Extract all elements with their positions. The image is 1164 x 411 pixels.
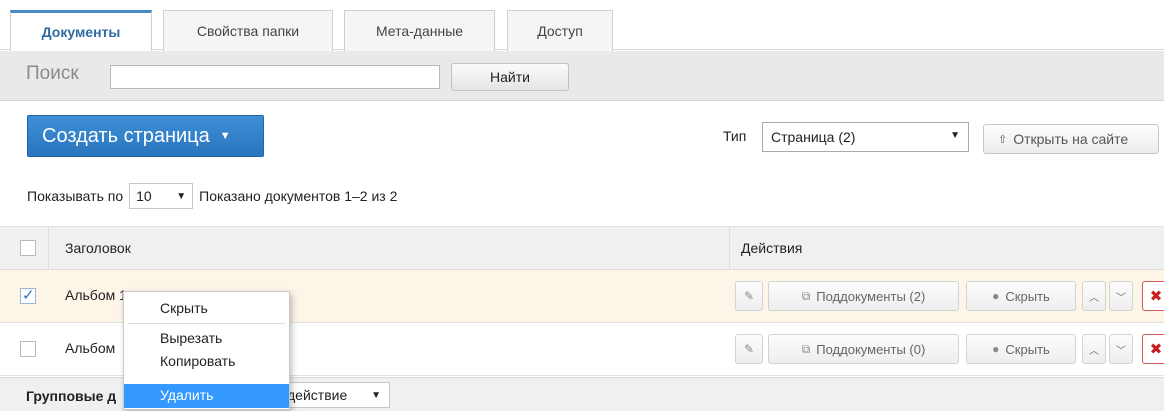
- chevron-down-icon: ▼: [950, 130, 960, 141]
- close-icon: ✖: [1149, 288, 1163, 305]
- row-title-link[interactable]: Альбом: [65, 340, 115, 356]
- search-input[interactable]: [110, 65, 440, 89]
- context-menu-item-cut[interactable]: Вырезать: [124, 330, 289, 346]
- group-actions-label: Групповые д: [26, 388, 117, 404]
- shown-count-text: Показано документов 1–2 из 2: [199, 188, 398, 204]
- move-down-button[interactable]: ﹀: [1109, 334, 1133, 364]
- open-on-site-label: Открыть на сайте: [1013, 131, 1129, 147]
- search-label: Поиск: [26, 63, 79, 84]
- tab-access[interactable]: Доступ: [507, 10, 613, 51]
- column-header-actions: Действия: [741, 240, 803, 256]
- chevron-down-icon: ﹀: [1116, 345, 1126, 357]
- pencil-icon: ✎: [743, 342, 755, 356]
- tab-documents[interactable]: Документы: [10, 10, 152, 51]
- chevron-down-icon: ▼: [219, 130, 231, 142]
- context-menu-divider: [128, 323, 285, 324]
- chevron-up-icon: ︿: [1089, 292, 1099, 304]
- edit-button[interactable]: ✎: [735, 281, 763, 311]
- external-link-icon: ⇧: [998, 133, 1008, 146]
- move-up-button[interactable]: ︿: [1082, 281, 1106, 311]
- context-menu-item-hide[interactable]: Скрыть: [124, 300, 289, 316]
- create-page-button[interactable]: Создать страница ▼: [27, 115, 264, 157]
- documents-icon: ⧉: [801, 341, 811, 356]
- per-page-label: Показывать по: [27, 188, 124, 204]
- per-page-value: 10: [136, 188, 152, 204]
- row-checkbox[interactable]: [20, 286, 36, 304]
- select-all-checkbox[interactable]: [20, 240, 36, 256]
- context-menu: Скрыть Вырезать Копировать Удалить: [123, 291, 290, 410]
- close-icon: ✖: [1149, 341, 1163, 358]
- tab-metadata[interactable]: Мета-данные: [344, 10, 495, 51]
- column-header-title[interactable]: Заголовок: [65, 240, 131, 256]
- move-up-button[interactable]: ︿: [1082, 334, 1106, 364]
- context-menu-item-copy[interactable]: Копировать: [124, 353, 289, 369]
- subdocuments-button[interactable]: ⧉ Поддокументы (2): [768, 281, 959, 311]
- column-divider: [729, 227, 730, 269]
- hide-label: Скрыть: [1005, 341, 1050, 357]
- search-bar: Поиск Найти: [0, 51, 1164, 101]
- tab-bar: Документы Свойства папки Мета-данные Дос…: [0, 0, 1164, 51]
- chevron-down-icon: ﹀: [1116, 292, 1126, 304]
- column-divider: [48, 227, 49, 269]
- hide-button[interactable]: ● Скрыть: [966, 334, 1076, 364]
- chevron-up-icon: ︿: [1089, 345, 1099, 357]
- pagination-row: Показывать по 10 ▼ Показано документов 1…: [27, 183, 397, 209]
- table-header: Заголовок Действия: [0, 226, 1164, 270]
- per-page-select[interactable]: 10 ▼: [129, 183, 194, 209]
- pencil-icon: ✎: [743, 289, 755, 303]
- chevron-down-icon: ▼: [371, 389, 381, 401]
- documents-icon: ⧉: [801, 288, 811, 303]
- type-select[interactable]: Страница (2) ▼: [762, 122, 969, 152]
- row-checkbox[interactable]: [20, 341, 36, 357]
- row-title-link[interactable]: Альбом 1: [65, 287, 127, 303]
- subdocuments-button[interactable]: ⧉ Поддокументы (0): [768, 334, 959, 364]
- dot-icon: ●: [992, 289, 1000, 303]
- move-down-button[interactable]: ﹀: [1109, 281, 1133, 311]
- type-select-value: Страница (2): [771, 129, 856, 145]
- tab-folder-properties[interactable]: Свойства папки: [163, 10, 333, 51]
- dot-icon: ●: [992, 342, 1000, 356]
- chevron-down-icon: ▼: [176, 190, 187, 202]
- delete-button[interactable]: ✖: [1142, 281, 1164, 311]
- hide-label: Скрыть: [1005, 288, 1050, 304]
- hide-button[interactable]: ● Скрыть: [966, 281, 1076, 311]
- type-label: Тип: [723, 128, 747, 144]
- edit-button[interactable]: ✎: [735, 334, 763, 364]
- delete-button[interactable]: ✖: [1142, 334, 1164, 364]
- subdocuments-label: Поддокументы (0): [816, 341, 926, 357]
- context-menu-item-delete[interactable]: Удалить: [124, 384, 289, 408]
- open-on-site-button[interactable]: ⇧ Открыть на сайте: [983, 124, 1159, 154]
- subdocuments-label: Поддокументы (2): [816, 288, 926, 304]
- search-button[interactable]: Найти: [451, 63, 569, 91]
- create-page-label: Создать страница: [42, 124, 210, 147]
